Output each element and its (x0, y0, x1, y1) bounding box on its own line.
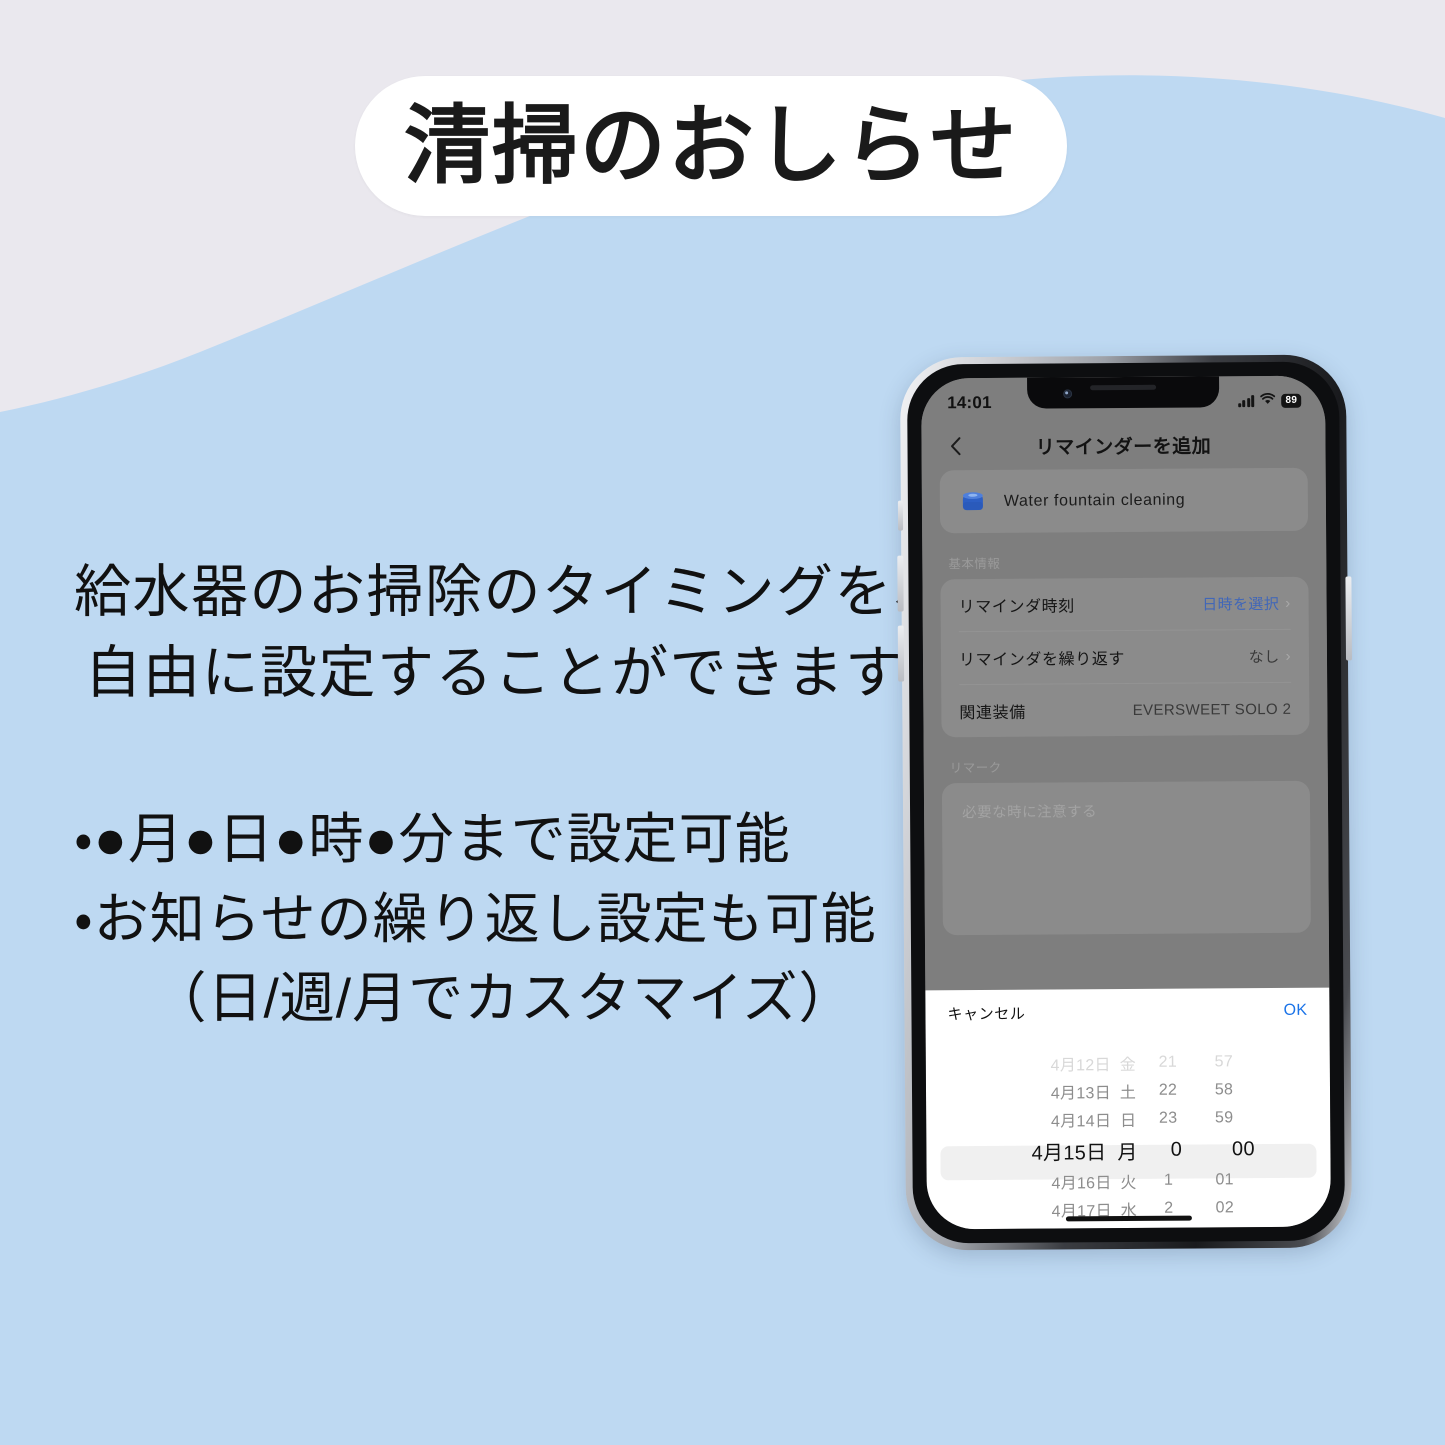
picker-date: 4月16日 (1051, 1175, 1112, 1193)
picker-dow: 土 (1119, 1084, 1137, 1103)
picker-minute: 57 (1214, 1053, 1234, 1071)
water-fountain-icon (962, 491, 983, 510)
bullet-item-3: （日/週/月でカスタマイズ） (151, 967, 855, 1030)
picker-cancel-button[interactable]: キャンセル (947, 1002, 1025, 1024)
app-content: Water fountain cleaning 基本情報 リマインダ時刻 日時を… (922, 467, 1329, 936)
chevron-left-icon[interactable] (943, 434, 967, 458)
row-reminder-time[interactable]: リマインダ時刻 日時を選択 › (958, 577, 1291, 631)
row-reminder-repeat-value: なし › (1249, 645, 1291, 666)
app-nav-bar: リマインダーを追加 (921, 422, 1325, 469)
reminder-name-text: Water fountain cleaning (1003, 491, 1186, 510)
picker-hour: 22 (1158, 1081, 1178, 1099)
battery-level-badge: 89 (1281, 393, 1302, 408)
picker-minute: 01 (1215, 1171, 1234, 1189)
banner-title-pill: 清掃のおしらせ (355, 76, 1067, 216)
row-reminder-repeat-text: なし (1248, 648, 1280, 666)
status-bar: 14:01 89 (921, 376, 1325, 425)
picker-minute: 58 (1214, 1081, 1234, 1099)
picker-row[interactable]: 4月13日 土 22 58 (926, 1076, 1330, 1107)
lead-line-1: 給水器のお掃除のタイミングを、 (74, 560, 952, 624)
marketing-copy: 給水器のお掃除のタイミングを、 自由に設定することができます ・●月●日●時●分… (74, 552, 952, 1039)
picker-date: 4月18日 (1000, 1225, 1112, 1229)
picker-row[interactable]: 4月12日 金 21 57 (926, 1048, 1330, 1079)
power-button[interactable] (1345, 576, 1353, 661)
reminder-name-card[interactable]: Water fountain cleaning (939, 467, 1309, 534)
picker-dow: 火 (1120, 1174, 1137, 1193)
picker-hour: 23 (1158, 1109, 1178, 1127)
picker-hour: 21 (1158, 1053, 1178, 1071)
picker-wheels[interactable]: 4月12日 金 21 57 4月13日 土 22 58 4月14日 日 23 5… (926, 1034, 1331, 1230)
phone-screen: 14:01 89 リマインダーを追加 Water fountain cleani… (921, 375, 1331, 1230)
picker-minute: 59 (1214, 1109, 1234, 1127)
row-related-device-value: EVERSWEET SOLO 2 (1132, 700, 1292, 719)
picker-date: 4月13日 (1050, 1085, 1112, 1103)
picker-dow: 日 (1120, 1112, 1137, 1131)
cellular-signal-icon (1237, 395, 1255, 408)
basic-info-section-label: 基本情報 (948, 556, 1001, 572)
datetime-picker-sheet: キャンセル OK 4月12日 金 21 57 4月13日 土 22 58 4月1… (925, 987, 1331, 1230)
picker-row[interactable]: 4月14日 日 23 59 (926, 1104, 1330, 1135)
phone-mockup: 14:01 89 リマインダーを追加 Water fountain cleani… (897, 354, 1353, 1251)
remark-section-label: リマーク (949, 760, 1002, 776)
picker-hour: 1 (1163, 1171, 1174, 1189)
row-reminder-repeat-label: リマインダを繰り返す (958, 651, 1126, 670)
chevron-right-icon: › (1285, 594, 1291, 612)
picker-row[interactable]: 4月16日 火 1 01 (927, 1166, 1331, 1197)
remark-textarea[interactable]: 必要な時に注意する (941, 780, 1311, 936)
picker-date: 4月12日 (1050, 1057, 1111, 1075)
row-reminder-repeat[interactable]: リマインダを繰り返す なし › (958, 628, 1292, 685)
silent-switch-button[interactable] (897, 500, 904, 531)
basic-info-card: リマインダ時刻 日時を選択 › リマインダを繰り返す なし › 関連装備 EVE… (940, 576, 1310, 738)
row-related-device[interactable]: 関連装備 EVERSWEET SOLO 2 (959, 681, 1292, 738)
home-indicator[interactable] (1065, 1215, 1192, 1222)
bullet-item-1: ・●月●日●時●分まで設定可能 (74, 807, 791, 870)
lead-line-2: 自由に設定することができます (84, 640, 904, 705)
status-time: 14:01 (947, 392, 992, 413)
phone-frame: 14:01 89 リマインダーを追加 Water fountain cleani… (897, 354, 1353, 1251)
volume-down-button[interactable] (897, 625, 905, 682)
row-reminder-time-label: リマインダ時刻 (958, 598, 1075, 617)
picker-dow: 木 (1112, 1225, 1146, 1230)
phone-bezel: 14:01 89 リマインダーを追加 Water fountain cleani… (906, 361, 1346, 1244)
picker-row-selected[interactable]: 4月15日 月 0 00 (926, 1132, 1330, 1169)
nav-title: リマインダーを追加 (1035, 435, 1212, 459)
remark-placeholder: 必要な時に注意する (962, 804, 1098, 822)
volume-up-button[interactable] (897, 555, 904, 612)
picker-toolbar: キャンセル OK (925, 988, 1329, 1037)
picker-minute: 03 (1192, 1227, 1258, 1229)
bullet-item-2: ・お知らせの繰り返し設定も可能 (74, 887, 877, 950)
row-reminder-time-text: 日時を選択 (1202, 595, 1280, 613)
picker-dow: 月 (1117, 1141, 1138, 1164)
page-title: 清掃のおしらせ (403, 98, 1019, 194)
picker-dow: 金 (1119, 1056, 1137, 1075)
picker-date: 4月14日 (1050, 1113, 1112, 1131)
row-reminder-time-value: 日時を選択 › (1202, 592, 1291, 614)
wifi-icon (1260, 392, 1276, 410)
chevron-right-icon: › (1285, 647, 1292, 665)
picker-ok-button[interactable]: OK (1283, 1002, 1307, 1020)
feature-bullet-list: ・●月●日●時●分まで設定可能 ・お知らせの繰り返し設定も可能 （日/週/月でカ… (74, 800, 914, 1039)
picker-date: 4月15日 (1031, 1141, 1107, 1165)
picker-minute: 02 (1215, 1199, 1235, 1217)
picker-minute: 00 (1231, 1137, 1255, 1160)
status-indicators: 89 (1237, 392, 1302, 410)
picker-hour: 0 (1170, 1138, 1183, 1161)
row-related-device-label: 関連装備 (959, 704, 1026, 723)
picker-hour: 3 (1146, 1228, 1192, 1230)
